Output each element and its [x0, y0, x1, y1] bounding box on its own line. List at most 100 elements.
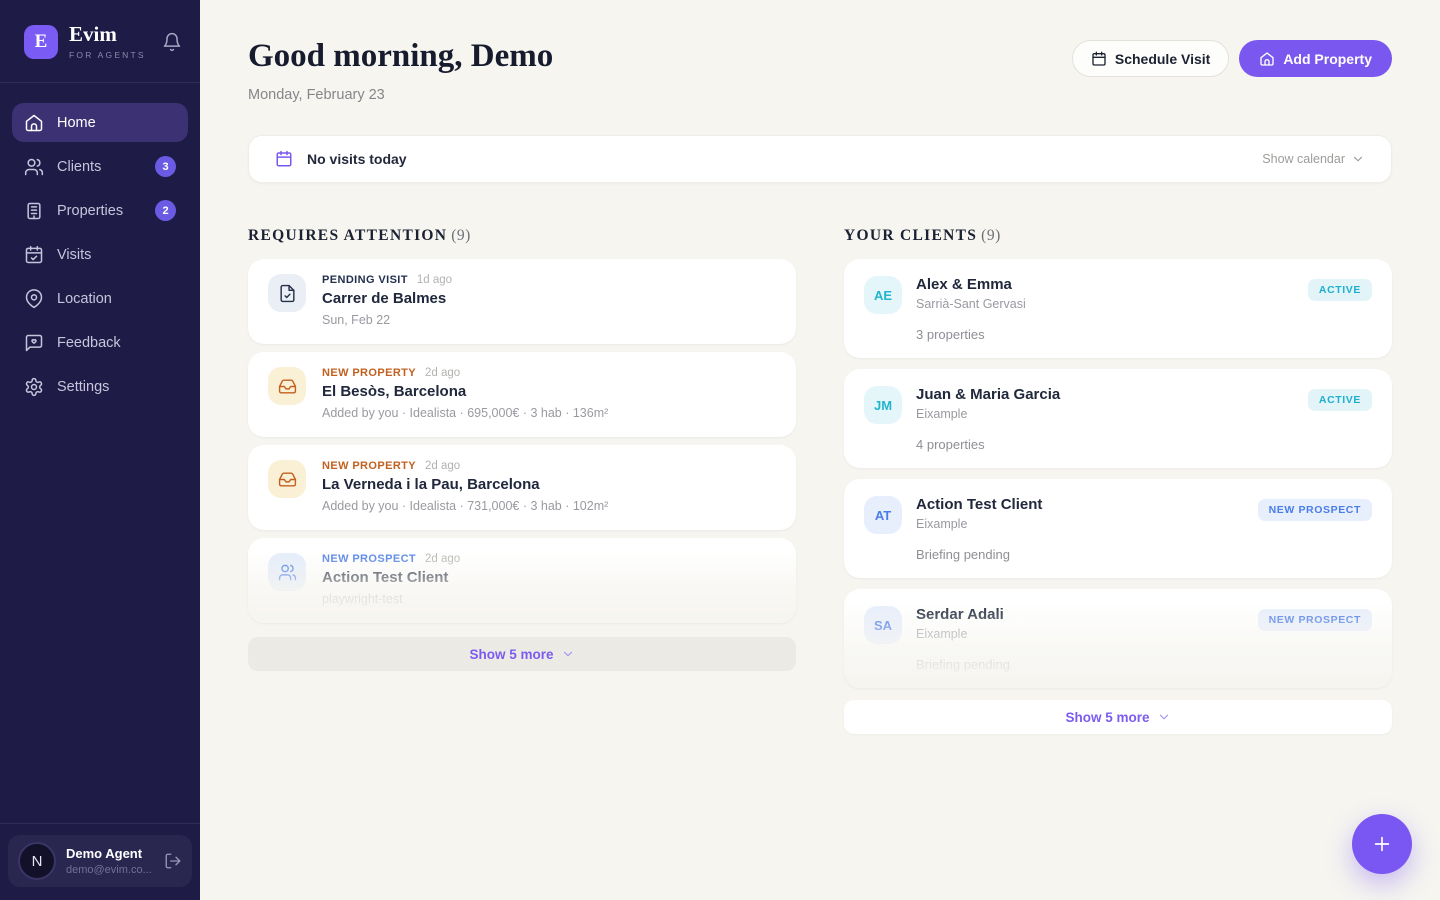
- card-tag: NEW PROSPECT: [322, 553, 416, 565]
- client-avatar: SA: [864, 606, 902, 644]
- users-icon: [278, 563, 297, 582]
- sidebar: E Evim FOR AGENTS Home Clients 3 Propert…: [0, 0, 200, 900]
- client-card[interactable]: AT Action Test Client Eixample NEW PROSP…: [844, 479, 1392, 578]
- section-title: REQUIRES ATTENTION(9): [248, 227, 796, 245]
- client-card[interactable]: AE Alex & Emma Sarrià-Sant Gervasi ACTIV…: [844, 259, 1392, 358]
- home-icon: [1259, 51, 1275, 67]
- show-calendar-toggle[interactable]: Show calendar: [1262, 152, 1365, 166]
- card-tag: PENDING VISIT: [322, 274, 408, 286]
- sidebar-item-label: Clients: [57, 159, 101, 175]
- calendar-icon: [1091, 51, 1107, 67]
- page-header: Good morning, Demo Monday, February 23 S…: [248, 38, 1392, 103]
- attention-card-pending-visit[interactable]: PENDING VISIT 1d ago Carrer de Balmes Su…: [248, 259, 796, 344]
- banner-message: No visits today: [307, 151, 407, 167]
- avatar: N: [18, 842, 56, 880]
- client-area: Sarrià-Sant Gervasi: [916, 297, 1026, 311]
- sidebar-item-label: Properties: [57, 203, 123, 219]
- card-time: 2d ago: [425, 460, 460, 472]
- attention-card-new-property[interactable]: NEW PROPERTY 2d ago El Besòs, Barcelona …: [248, 352, 796, 437]
- section-count: (9): [981, 227, 1001, 244]
- add-fab-button[interactable]: [1352, 814, 1412, 874]
- schedule-visit-button[interactable]: Schedule Visit: [1072, 40, 1229, 77]
- your-clients-section: YOUR CLIENTS(9) AE Alex & Emma Sarrià-Sa…: [844, 227, 1392, 734]
- attention-card-new-property[interactable]: NEW PROPERTY 2d ago La Verneda i la Pau,…: [248, 445, 796, 530]
- client-area: Eixample: [916, 627, 1004, 641]
- profile-name: Demo Agent: [66, 846, 152, 862]
- sidebar-item-clients[interactable]: Clients 3: [12, 147, 188, 186]
- map-pin-icon: [24, 289, 44, 309]
- app-logo: E: [24, 25, 58, 59]
- file-check-icon: [278, 284, 297, 303]
- card-meta: Added by you · Idealista · 731,000€ · 3 …: [322, 499, 608, 513]
- status-badge: ACTIVE: [1308, 279, 1372, 301]
- inbox-icon: [278, 470, 297, 489]
- sidebar-item-location[interactable]: Location: [12, 279, 188, 318]
- calendar-icon: [275, 150, 293, 168]
- sidebar-item-home[interactable]: Home: [12, 103, 188, 142]
- section-count: (9): [451, 227, 471, 244]
- card-time: 2d ago: [425, 553, 460, 565]
- profile-card[interactable]: N Demo Agent demo@evim.co...: [8, 835, 192, 887]
- dashboard-columns: REQUIRES ATTENTION(9) PENDING VISIT 1d a…: [248, 227, 1392, 734]
- client-detail: 4 properties: [864, 437, 1372, 452]
- sidebar-item-label: Settings: [57, 379, 109, 395]
- attention-show-more-button[interactable]: Show 5 more: [248, 637, 796, 671]
- card-meta: Added by you · Idealista · 695,000€ · 3 …: [322, 406, 608, 420]
- chevron-down-icon: [1157, 710, 1171, 724]
- status-badge: NEW PROSPECT: [1258, 609, 1372, 631]
- calendar-check-icon: [24, 245, 44, 265]
- logo-letter: E: [35, 31, 48, 53]
- gear-icon: [24, 377, 44, 397]
- client-detail: 3 properties: [864, 327, 1372, 342]
- message-heart-icon: [24, 333, 44, 353]
- card-time: 1d ago: [417, 274, 452, 286]
- status-badge: NEW PROSPECT: [1258, 499, 1372, 521]
- app-name: Evim: [69, 24, 146, 45]
- page-date: Monday, February 23: [248, 87, 553, 103]
- logout-icon[interactable]: [164, 852, 182, 870]
- sidebar-nav: Home Clients 3 Properties 2 Visits Locat…: [0, 83, 200, 406]
- profile-email: demo@evim.co...: [66, 864, 152, 876]
- client-name: Action Test Client: [916, 496, 1042, 513]
- client-detail: Briefing pending: [864, 657, 1372, 672]
- card-title: El Besòs, Barcelona: [322, 383, 608, 400]
- add-property-button[interactable]: Add Property: [1239, 40, 1392, 77]
- sidebar-item-label: Feedback: [57, 335, 121, 351]
- sidebar-item-properties[interactable]: Properties 2: [12, 191, 188, 230]
- client-card[interactable]: SA Serdar Adali Eixample NEW PROSPECT Br…: [844, 589, 1392, 688]
- client-name: Serdar Adali: [916, 606, 1004, 623]
- users-icon: [24, 157, 44, 177]
- notifications-bell-icon[interactable]: [162, 32, 182, 52]
- card-tag: NEW PROPERTY: [322, 367, 416, 379]
- requires-attention-section: REQUIRES ATTENTION(9) PENDING VISIT 1d a…: [248, 227, 796, 734]
- page-title: Good morning, Demo: [248, 38, 553, 75]
- home-icon: [24, 113, 44, 133]
- card-time: 2d ago: [425, 367, 460, 379]
- sidebar-item-feedback[interactable]: Feedback: [12, 323, 188, 362]
- sidebar-item-settings[interactable]: Settings: [12, 367, 188, 406]
- main-content: Good morning, Demo Monday, February 23 S…: [200, 0, 1440, 900]
- card-title: Carrer de Balmes: [322, 290, 452, 307]
- attention-card-new-prospect[interactable]: NEW PROSPECT 2d ago Action Test Client p…: [248, 538, 796, 623]
- sidebar-item-visits[interactable]: Visits: [12, 235, 188, 274]
- client-area: Eixample: [916, 517, 1042, 531]
- sidebar-header: E Evim FOR AGENTS: [0, 0, 200, 83]
- client-area: Eixample: [916, 407, 1060, 421]
- client-card[interactable]: JM Juan & Maria Garcia Eixample ACTIVE 4…: [844, 369, 1392, 468]
- card-meta: playwright-test: [322, 592, 460, 606]
- visits-banner: No visits today Show calendar: [248, 135, 1392, 183]
- sidebar-item-label: Home: [57, 115, 96, 131]
- inbox-icon: [278, 377, 297, 396]
- card-title: Action Test Client: [322, 569, 460, 586]
- header-actions: Schedule Visit Add Property: [1072, 40, 1392, 77]
- sidebar-footer: N Demo Agent demo@evim.co...: [0, 823, 200, 900]
- client-detail: Briefing pending: [864, 547, 1372, 562]
- clients-count-badge: 3: [155, 156, 176, 177]
- client-avatar: AT: [864, 496, 902, 534]
- properties-count-badge: 2: [155, 200, 176, 221]
- chevron-down-icon: [561, 647, 575, 661]
- clients-show-more-button[interactable]: Show 5 more: [844, 700, 1392, 734]
- building-icon: [24, 201, 44, 221]
- card-tag: NEW PROPERTY: [322, 460, 416, 472]
- client-avatar: JM: [864, 386, 902, 424]
